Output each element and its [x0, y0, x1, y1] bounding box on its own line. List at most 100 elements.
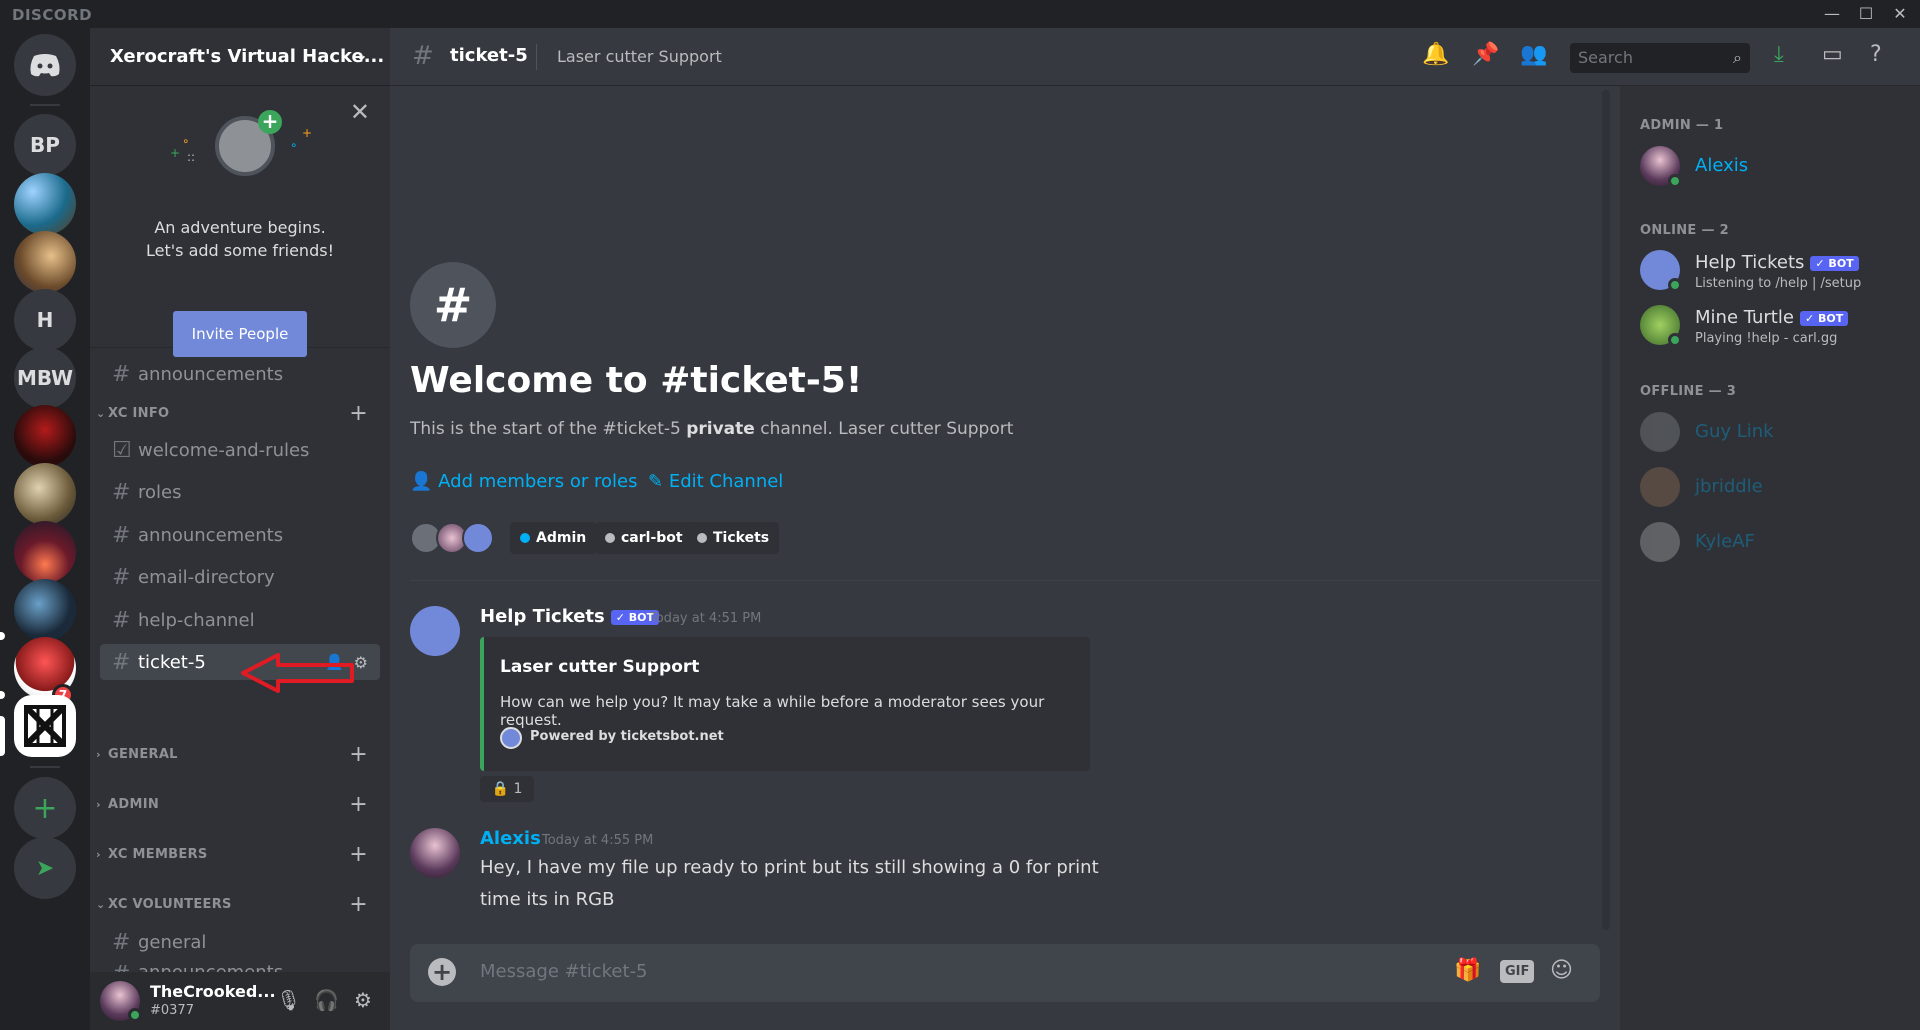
embed-title: Laser cutter Support	[500, 657, 700, 677]
role-pill-tickets[interactable]: Tickets	[687, 522, 780, 554]
member-name: KyleAF	[1695, 531, 1755, 552]
member-guy-link[interactable]: Guy Link	[1640, 408, 1910, 456]
member-status: Playing !help - carl.gg	[1695, 331, 1838, 346]
minimize-button[interactable]: —	[1818, 2, 1846, 26]
role-color-dot	[697, 533, 707, 543]
reaction-button[interactable]: 🔒 1	[480, 776, 534, 802]
embed-footer: Powered by ticketsbot.net	[530, 729, 724, 744]
member-alexis[interactable]: Alexis	[1640, 142, 1910, 190]
server-icon-3[interactable]	[14, 405, 76, 467]
inbox-icon[interactable]: ▭	[1822, 42, 1843, 67]
gear-icon[interactable]: ⚙	[354, 988, 372, 1012]
message-timestamp: Today at 4:55 PM	[542, 833, 654, 848]
microphone-icon[interactable]: 🎙	[276, 988, 301, 1012]
reaction-count: 1	[513, 781, 523, 797]
pin-icon[interactable]: 📌	[1472, 42, 1499, 67]
composer-placeholder: Message #ticket-5	[480, 961, 648, 982]
invite-card: ✕ + ∘ :: ∘ + + An adventure begins. Let'…	[90, 86, 390, 357]
category-label: XC INFO	[108, 405, 170, 421]
chat-scrollbar[interactable]	[1602, 90, 1610, 930]
username: TheCrooked...	[150, 982, 276, 1001]
category-xc-members[interactable]: › XC MEMBERS +	[96, 842, 380, 867]
member-mine-turtle[interactable]: Mine Turtle ✓ BOT Playing !help - carl.gg	[1640, 301, 1910, 349]
help-icon[interactable]: ?	[1870, 42, 1882, 67]
members-icon[interactable]: 👥	[1520, 42, 1547, 67]
download-icon[interactable]: ⤓	[1774, 42, 1784, 67]
channel-email-directory[interactable]: # email-directory	[100, 559, 380, 595]
channel-general[interactable]: # general	[100, 924, 380, 960]
headphones-icon[interactable]: 🎧	[314, 988, 339, 1012]
gift-icon[interactable]: 🎁	[1454, 958, 1481, 983]
gif-button[interactable]: GIF	[1500, 960, 1535, 983]
add-members-link[interactable]: 👤 Add members or roles	[410, 471, 637, 492]
add-channel-icon[interactable]: +	[349, 892, 368, 917]
bell-icon[interactable]: 🔔	[1422, 42, 1449, 67]
add-channel-icon[interactable]: +	[349, 842, 368, 867]
add-channel-icon[interactable]: +	[349, 742, 368, 767]
add-channel-icon[interactable]: +	[349, 792, 368, 817]
category-general[interactable]: › GENERAL +	[96, 742, 380, 767]
server-icon-1[interactable]	[14, 173, 76, 235]
member-avatar-stack	[410, 522, 500, 556]
unread-pill	[0, 632, 5, 640]
close-icon[interactable]: ✕	[350, 98, 370, 126]
server-h[interactable]: H	[14, 289, 76, 351]
channel-roles[interactable]: # roles	[100, 474, 380, 510]
member-name: Help Tickets ✓ BOT	[1695, 252, 1859, 273]
user-panel: TheCrooked... #0377 🎙 🎧 ⚙	[90, 972, 390, 1030]
channel-announcements[interactable]: # announcements	[100, 517, 380, 553]
member-status: Listening to /help | /setup	[1695, 276, 1862, 291]
channel-welcome-and-rules[interactable]: ☑ welcome-and-rules	[100, 432, 380, 468]
bot-badge: ✓ BOT	[1810, 255, 1859, 271]
role-pill-carl-bot[interactable]: carl-bot	[595, 522, 693, 554]
emoji-icon[interactable]: ☺	[1550, 958, 1573, 983]
server-bp[interactable]: BP	[14, 114, 76, 176]
category-label: GENERAL	[108, 746, 178, 762]
channel-help-channel[interactable]: # help-channel	[100, 602, 380, 638]
message-composer[interactable]: + Message #ticket-5 🎁 GIF ☺	[410, 944, 1600, 1002]
add-attachment-icon[interactable]: +	[428, 958, 456, 986]
close-window-button[interactable]: ✕	[1886, 2, 1914, 26]
category-xc-volunteers[interactable]: ⌄ XC VOLUNTEERS +	[96, 892, 380, 917]
message-author[interactable]: Alexis	[480, 828, 541, 849]
guild-header[interactable]: Xerocraft's Virtual Hacke... ⌄	[90, 28, 390, 86]
channel-announcements-volunteers[interactable]: # announcements	[100, 962, 380, 972]
server-xerocraft[interactable]	[14, 695, 76, 757]
member-kyleaf[interactable]: KyleAF	[1640, 518, 1910, 566]
server-icon-4[interactable]	[14, 463, 76, 525]
server-icon-5[interactable]	[14, 521, 76, 583]
avatar[interactable]	[410, 606, 460, 656]
search-input[interactable]: Search ⌕	[1570, 43, 1750, 73]
invite-people-button[interactable]: Invite People	[173, 311, 307, 357]
welcome-title: Welcome to #ticket-5!	[410, 360, 863, 401]
channel-announcements-top[interactable]: # announcements	[100, 356, 380, 392]
category-label: ADMIN	[108, 796, 160, 812]
server-icon-6[interactable]	[14, 579, 76, 641]
locked-hash-icon: #	[412, 41, 434, 71]
add-channel-icon[interactable]: +	[349, 401, 368, 426]
server-mbw[interactable]: MBW	[14, 347, 76, 409]
explore-servers-button[interactable]: ➤	[14, 837, 76, 899]
home-button[interactable]	[14, 34, 76, 96]
member-help-tickets[interactable]: Help Tickets ✓ BOT Listening to /help | /…	[1640, 246, 1910, 294]
edit-channel-link[interactable]: ✎ Edit Channel	[648, 471, 783, 492]
message-author[interactable]: Help Tickets ✓ BOT	[480, 606, 660, 627]
channel-topic: Laser cutter Support	[557, 47, 722, 66]
avatar[interactable]	[410, 828, 460, 878]
unread-pill	[0, 691, 5, 699]
server-icon-2[interactable]	[14, 231, 76, 293]
role-name: carl-bot	[621, 530, 683, 546]
add-server-button[interactable]: +	[14, 777, 76, 839]
hash-icon: #	[112, 522, 131, 548]
chevron-right-icon: ›	[96, 847, 101, 861]
avatar[interactable]	[462, 522, 494, 554]
chevron-down-icon: ⌄	[96, 406, 106, 420]
member-jbriddle[interactable]: jbriddle	[1640, 463, 1910, 511]
role-pill-admin[interactable]: Admin	[510, 522, 597, 554]
locked-hash-icon: #	[112, 649, 131, 675]
channel-label: announcements	[138, 962, 283, 972]
category-admin[interactable]: › ADMIN +	[96, 792, 380, 817]
category-xc-info[interactable]: ⌄ XC INFO +	[96, 401, 380, 426]
hash-icon: #	[112, 607, 131, 633]
maximize-button[interactable]: ☐	[1852, 2, 1880, 26]
